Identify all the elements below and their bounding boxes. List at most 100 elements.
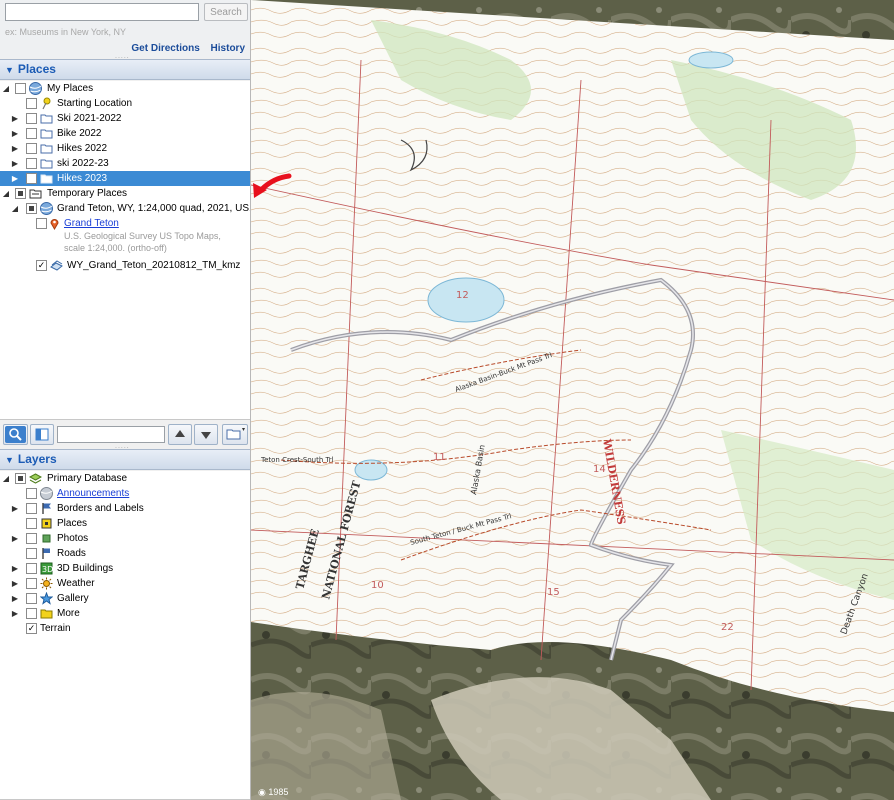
tree-item-grand-teton-placemark[interactable]: Grand Teton (0, 216, 250, 231)
layer-borders[interactable]: ▶ Borders and Labels (0, 501, 250, 516)
checkbox[interactable] (26, 113, 37, 124)
folder-icon (40, 114, 53, 124)
arrow-down-icon (201, 432, 211, 439)
places-filter-input[interactable] (57, 426, 165, 443)
checkbox[interactable] (26, 143, 37, 154)
checkbox[interactable] (26, 548, 37, 559)
checkbox[interactable] (26, 203, 37, 214)
checkbox[interactable] (26, 578, 37, 589)
checkbox-checked[interactable]: ✓ (36, 260, 47, 271)
layer-places[interactable]: Places (0, 516, 250, 531)
checkbox[interactable] (15, 473, 26, 484)
layer-weather[interactable]: ▶ Weather (0, 576, 250, 591)
expand-arrow-icon[interactable]: ▶ (11, 576, 19, 591)
more-folder-icon (40, 609, 53, 619)
search-hint: ex: Museums in New York, NY (5, 27, 127, 37)
get-directions-link[interactable]: Get Directions (131, 43, 199, 54)
star-icon (40, 592, 53, 605)
folder-icon (40, 159, 53, 169)
map-3d-view[interactable]: TARGHEE NATIONAL FOREST WILDERNESS Alask… (251, 0, 894, 800)
history-link[interactable]: History (211, 43, 245, 54)
checkbox[interactable] (36, 218, 47, 229)
section-number: 14 (593, 464, 606, 475)
expand-arrow-icon[interactable]: ▶ (11, 591, 19, 606)
tree-item-temporary-places[interactable]: ◢ Temporary Places (0, 186, 250, 201)
expand-arrow-icon[interactable]: ▶ (11, 501, 19, 516)
announcements-link[interactable]: Announcements (57, 486, 129, 501)
search-input[interactable] (5, 3, 199, 21)
temporary-folder-icon (29, 189, 42, 199)
tree-item-ski-2022[interactable]: ▶ ski 2022-23 (0, 156, 250, 171)
panel-toggle-icon (35, 428, 49, 441)
search-places-button[interactable] (3, 424, 28, 445)
expand-arrow-icon[interactable]: ▶ (11, 531, 19, 546)
layer-gallery[interactable]: ▶ Gallery (0, 591, 250, 606)
folder-icon (226, 428, 245, 440)
folder-icon (40, 144, 53, 154)
expand-arrow-icon[interactable]: ◢ (2, 81, 10, 96)
toggle-panel-button[interactable] (30, 424, 54, 445)
globe-icon (40, 487, 53, 500)
tree-item-hikes-2023[interactable]: ▶ Hikes 2023 (0, 171, 250, 186)
terrain-topo-render[interactable]: TARGHEE NATIONAL FOREST WILDERNESS Alask… (251, 0, 894, 800)
folder-icon (40, 174, 53, 184)
expand-arrow-icon[interactable]: ▶ (11, 126, 19, 141)
expand-arrow-icon[interactable]: ◢ (2, 186, 10, 201)
checkbox[interactable] (26, 563, 37, 574)
tree-item-hikes-2022[interactable]: ▶ Hikes 2022 (0, 141, 250, 156)
checkbox[interactable] (26, 158, 37, 169)
svg-text:3D: 3D (42, 565, 53, 574)
tree-item-ski-2021[interactable]: ▶ Ski 2021-2022 (0, 111, 250, 126)
checkbox-checked[interactable]: ✓ (26, 623, 37, 634)
checkbox[interactable] (15, 83, 26, 94)
expand-arrow-icon[interactable]: ▶ (11, 156, 19, 171)
tree-item-bike-2022[interactable]: ▶ Bike 2022 (0, 126, 250, 141)
checkbox[interactable] (26, 503, 37, 514)
expand-arrow-icon[interactable]: ◢ (2, 471, 10, 486)
layer-3d-buildings[interactable]: ▶ 3D 3D Buildings (0, 561, 250, 576)
layers-stack-icon (29, 473, 42, 484)
layer-roads[interactable]: Roads (0, 546, 250, 561)
checkbox[interactable] (26, 98, 37, 109)
layer-more[interactable]: ▶ More (0, 606, 250, 621)
places-panel-header[interactable]: ▼ Places (0, 59, 250, 80)
checkbox[interactable] (26, 128, 37, 139)
magnifier-icon (5, 426, 26, 443)
layer-terrain[interactable]: ✓ Terrain (0, 621, 250, 636)
layers-panel-header[interactable]: ▼ Layers (0, 449, 250, 470)
tree-item-starting-location[interactable]: Starting Location (0, 96, 250, 111)
layer-photos[interactable]: ▶ Photos (0, 531, 250, 546)
expand-arrow-icon[interactable]: ▶ (11, 561, 19, 576)
move-down-button[interactable] (194, 424, 218, 445)
tree-item-my-places[interactable]: ◢ My Places (0, 81, 250, 96)
expand-arrow-icon[interactable]: ▶ (11, 606, 19, 621)
move-up-button[interactable] (168, 424, 192, 445)
checkbox[interactable] (26, 593, 37, 604)
checkbox[interactable] (26, 173, 37, 184)
checkbox[interactable] (26, 518, 37, 529)
expand-arrow-icon[interactable]: ▶ (11, 111, 19, 126)
expand-arrow-icon[interactable]: ◢ (11, 201, 19, 216)
search-button[interactable]: Search (204, 3, 248, 21)
checkbox[interactable] (26, 488, 37, 499)
expand-arrow-icon[interactable]: ▶ (11, 141, 19, 156)
photo-icon (42, 534, 51, 543)
folder-menu-button[interactable] (222, 424, 248, 445)
section-number: 22 (721, 622, 734, 633)
road-sign-icon (42, 548, 50, 559)
globe-icon (40, 202, 53, 215)
checkbox[interactable] (15, 188, 26, 199)
tree-item-grand-teton-quad[interactable]: ◢ Grand Teton, WY, 1:24,000 quad, 2021, … (0, 201, 250, 216)
grand-teton-link[interactable]: Grand Teton (64, 216, 119, 231)
checkbox[interactable] (26, 608, 37, 619)
section-number: 11 (433, 452, 446, 463)
places-square-icon (41, 518, 52, 529)
checkbox[interactable] (26, 533, 37, 544)
imagery-year: 1985 (268, 787, 289, 797)
layer-primary-database[interactable]: ◢ Primary Database (0, 471, 250, 486)
tree-item-kmz-file[interactable]: ✓ WY_Grand_Teton_20210812_TM_kmz (0, 258, 250, 273)
arrow-up-icon (175, 430, 185, 437)
layer-announcements[interactable]: Announcements (0, 486, 250, 501)
expand-arrow-icon[interactable]: ▶ (11, 171, 19, 186)
flag-icon (42, 503, 51, 514)
